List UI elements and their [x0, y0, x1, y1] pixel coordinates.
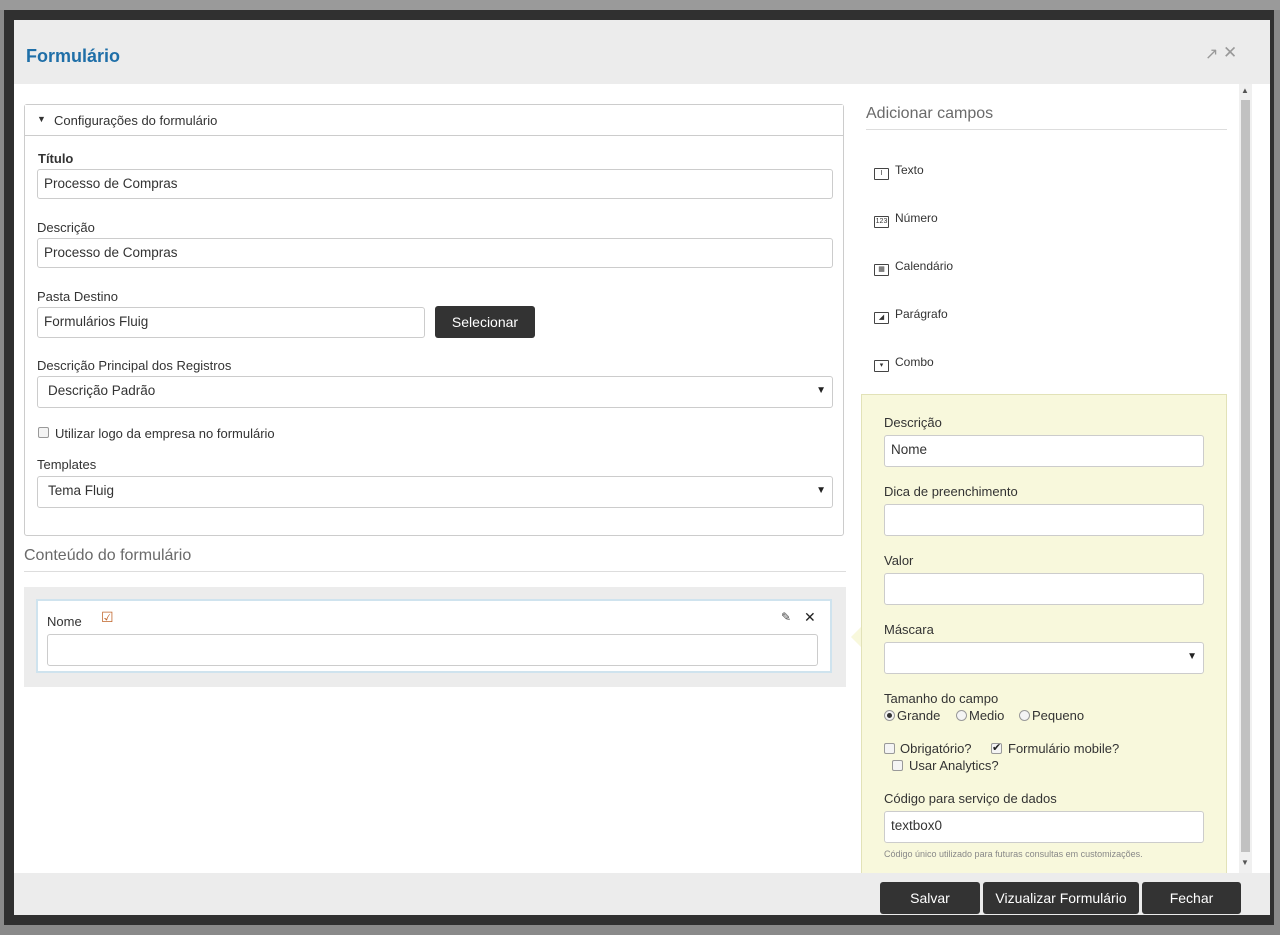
paragraph-icon: ◢	[874, 312, 889, 324]
prop-codigo-input[interactable]: textbox0	[884, 811, 1204, 843]
prop-valor-input[interactable]	[884, 573, 1204, 605]
prop-tamanho-label: Tamanho do campo	[884, 691, 999, 706]
add-paragrafo-label: Parágrafo	[895, 307, 948, 321]
selecionar-button[interactable]: Selecionar	[435, 306, 535, 338]
add-paragrafo-item[interactable]: ◢ Parágrafo	[874, 307, 948, 324]
dialog-footer: Salvar Vizualizar Formulário Fechar	[14, 873, 1270, 915]
logo-label: Utilizar logo da empresa no formulário	[55, 426, 275, 441]
analytics-label: Usar Analytics?	[909, 758, 999, 773]
size-grande-radio[interactable]	[884, 710, 895, 721]
pasta-label: Pasta Destino	[37, 289, 118, 304]
combo-icon: ▾	[874, 360, 889, 372]
descricao-input[interactable]: Processo de Compras	[37, 238, 833, 268]
mobile-checkbox[interactable]	[991, 741, 1002, 754]
size-pequeno-radio[interactable]	[1019, 710, 1030, 721]
templates-label: Templates	[37, 457, 97, 472]
edit-pencil-icon[interactable]: ✎	[781, 610, 791, 624]
logo-checkbox[interactable]	[38, 427, 49, 438]
backdrop	[0, 0, 1280, 10]
desc-principal-label: Descrição Principal dos Registros	[37, 358, 232, 373]
caret-down-icon: ▼	[37, 114, 46, 124]
prop-codigo-hint: Código único utilizado para futuras cons…	[884, 849, 1143, 859]
descricao-label: Descrição	[37, 220, 95, 235]
templates-select[interactable]: Tema Fluig ▼	[37, 476, 833, 508]
pasta-input[interactable]: Formulários Fluig	[37, 307, 425, 338]
add-texto-label: Texto	[895, 163, 924, 177]
obrigatorio-label: Obrigatório?	[900, 741, 972, 756]
calendar-icon: ▦	[874, 264, 889, 276]
form-canvas: Nome ☑ ✎ ✕	[24, 587, 846, 687]
prop-codigo-label: Código para serviço de dados	[884, 791, 1057, 806]
prop-valor-label: Valor	[884, 553, 914, 568]
vertical-scrollbar[interactable]: ▲ ▼	[1239, 84, 1252, 873]
config-panel-title: Configurações do formulário	[54, 113, 218, 128]
props-pointer	[851, 627, 861, 647]
dialog-header: Formulário ↗ ✕	[14, 20, 1270, 84]
desc-principal-select[interactable]: Descrição Padrão ▼	[37, 376, 833, 408]
required-check-icon: ☑	[101, 609, 114, 625]
obrigatorio-checkbox[interactable]	[884, 743, 895, 754]
add-fields-divider	[866, 129, 1227, 130]
config-panel: ▼ Configurações do formulário Título Pro…	[24, 104, 844, 536]
size-medio-label: Medio	[969, 708, 1005, 723]
scrollbar-thumb[interactable]	[1241, 100, 1250, 852]
add-combo-label: Combo	[895, 355, 934, 369]
text-field-icon: I	[874, 168, 889, 180]
prop-descricao-input[interactable]: Nome	[884, 435, 1204, 467]
add-texto-item[interactable]: I Texto	[874, 163, 924, 180]
config-panel-header[interactable]: ▼ Configurações do formulário	[25, 105, 843, 136]
prop-mascara-label: Máscara	[884, 622, 934, 637]
prop-dica-label: Dica de preenchimento	[884, 484, 1018, 499]
templates-value: Tema Fluig	[48, 483, 115, 498]
close-icon[interactable]: ✕	[1223, 43, 1237, 63]
titulo-label: Título	[38, 151, 74, 166]
add-fields-title: Adicionar campos	[866, 105, 994, 122]
form-dialog: Formulário ↗ ✕ ▼ Configurações do formul…	[4, 10, 1274, 925]
dialog-title: Formulário	[26, 46, 121, 66]
mobile-label: Formulário mobile?	[1008, 741, 1120, 756]
content-divider	[24, 571, 846, 572]
fechar-button[interactable]: Fechar	[1142, 882, 1241, 914]
salvar-button[interactable]: Salvar	[880, 882, 980, 914]
prop-descricao-label: Descrição	[884, 415, 942, 430]
prop-dica-input[interactable]	[884, 504, 1204, 536]
scroll-down-icon[interactable]: ▼	[1241, 858, 1249, 867]
analytics-checkbox[interactable]	[892, 760, 903, 771]
add-numero-item[interactable]: 123 Número	[874, 211, 938, 228]
popout-icon[interactable]: ↗	[1205, 44, 1218, 64]
dialog-body: Formulário ↗ ✕ ▼ Configurações do formul…	[14, 20, 1270, 915]
form-field-card[interactable]: Nome ☑ ✎ ✕	[36, 599, 832, 673]
chevron-down-icon: ▼	[816, 385, 826, 396]
add-numero-label: Número	[895, 211, 938, 225]
remove-field-icon[interactable]: ✕	[804, 609, 816, 626]
titulo-input[interactable]: Processo de Compras	[37, 169, 833, 199]
desc-principal-value: Descrição Padrão	[48, 383, 156, 398]
add-calendario-item[interactable]: ▦ Calendário	[874, 259, 953, 276]
scroll-up-icon[interactable]: ▲	[1241, 86, 1249, 95]
size-grande-label: Grande	[897, 708, 941, 723]
number-field-icon: 123	[874, 216, 889, 228]
visualizar-button[interactable]: Vizualizar Formulário	[983, 882, 1139, 914]
size-medio-radio[interactable]	[956, 710, 967, 721]
content-section-title: Conteúdo do formulário	[24, 547, 192, 564]
chevron-down-icon: ▼	[816, 485, 826, 496]
field-properties-panel: Descrição Nome Dica de preenchimento Val…	[861, 394, 1227, 884]
prop-mascara-select[interactable]: ▼	[884, 642, 1204, 674]
add-combo-item[interactable]: ▾ Combo	[874, 355, 934, 372]
add-calendario-label: Calendário	[895, 259, 954, 273]
field-preview-input[interactable]	[47, 634, 818, 666]
size-pequeno-label: Pequeno	[1032, 708, 1085, 723]
field-label: Nome	[47, 614, 82, 629]
chevron-down-icon: ▼	[1187, 651, 1197, 662]
